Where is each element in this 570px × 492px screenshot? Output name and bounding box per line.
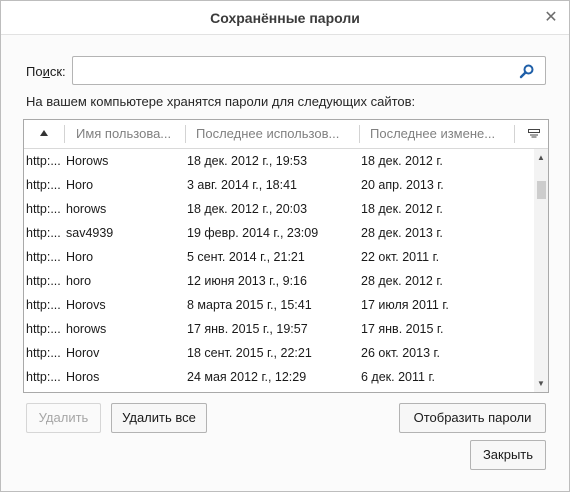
table-row[interactable]: http:... Horovs 8 марта 2015 г., 15:41 1… <box>24 293 534 317</box>
search-label-suffix: ск: <box>49 64 66 79</box>
cell-site: http:... <box>26 178 61 192</box>
cell-last-changed: 6 дек. 2011 г. <box>361 370 435 384</box>
cell-username: Horovs <box>66 298 106 312</box>
cell-site: http:... <box>26 154 61 168</box>
cell-last-changed: 17 июля 2011 г. <box>361 298 449 312</box>
column-header-username[interactable]: Имя пользова... <box>76 120 184 148</box>
column-divider[interactable] <box>514 125 515 143</box>
cell-site: http:... <box>26 250 61 264</box>
cell-username: horows <box>66 322 107 336</box>
column-header-site[interactable] <box>24 120 64 148</box>
search-label-accel: и <box>42 64 50 79</box>
cell-last-used: 3 авг. 2014 г., 18:41 <box>187 178 298 192</box>
cell-site: http:... <box>26 298 61 312</box>
table-row[interactable]: http:... horows 17 янв. 2015 г., 19:57 1… <box>24 317 534 341</box>
column-divider[interactable] <box>359 125 360 143</box>
column-picker-icon[interactable] <box>528 129 540 139</box>
table-row[interactable]: http:... horows 18 дек. 2012 г., 20:03 1… <box>24 197 534 221</box>
cell-last-used: 18 дек. 2012 г., 19:53 <box>187 154 308 168</box>
cell-last-used: 19 февр. 2014 г., 23:09 <box>187 226 319 240</box>
cell-username: horo <box>66 274 92 288</box>
cell-username: horows <box>66 202 107 216</box>
show-passwords-button[interactable]: Отобразить пароли <box>399 403 546 433</box>
cell-username: sav4939 <box>66 226 114 240</box>
cell-site: http:... <box>26 370 61 384</box>
table-row[interactable]: http:... Horows 18 дек. 2012 г., 19:53 1… <box>24 149 534 173</box>
column-divider[interactable] <box>64 125 65 143</box>
cell-last-changed: 18 дек. 2012 г. <box>361 154 443 168</box>
cell-last-changed: 18 дек. 2012 г. <box>361 202 443 216</box>
column-header-last-changed[interactable]: Последнее измене... <box>370 120 510 148</box>
search-field[interactable] <box>72 56 546 85</box>
cell-username: Horows <box>66 154 109 168</box>
scroll-up-icon[interactable]: ▲ <box>534 151 548 165</box>
table-row[interactable]: http:... Horo 5 сент. 2014 г., 21:21 22 … <box>24 245 534 269</box>
passwords-table: Имя пользова... Последнее использов... П… <box>23 119 549 393</box>
delete-button[interactable]: Удалить <box>26 403 101 433</box>
search-icon[interactable] <box>519 63 535 79</box>
cell-site: http:... <box>26 322 61 336</box>
cell-site: http:... <box>26 226 61 240</box>
vertical-scrollbar[interactable]: ▲ ▼ <box>534 149 548 392</box>
scrollbar-thumb[interactable] <box>537 181 546 199</box>
delete-all-button[interactable]: Удалить все <box>111 403 207 433</box>
cell-last-used: 18 сент. 2015 г., 22:21 <box>187 346 312 360</box>
saved-passwords-dialog: Сохранённые пароли ✕ Поиск: На вашем ком… <box>0 0 570 492</box>
cell-last-used: 18 дек. 2012 г., 20:03 <box>187 202 308 216</box>
cell-last-used: 24 мая 2012 г., 12:29 <box>187 370 307 384</box>
cell-last-used: 8 марта 2015 г., 15:41 <box>187 298 312 312</box>
cell-last-changed: 22 окт. 2011 г. <box>361 250 440 264</box>
cell-site: http:... <box>26 346 61 360</box>
table-row[interactable]: http:... sav4939 19 февр. 2014 г., 23:09… <box>24 221 534 245</box>
dialog-title: Сохранённые пароли <box>210 10 360 26</box>
cell-last-changed: 20 апр. 2013 г. <box>361 178 444 192</box>
column-header-last-used[interactable]: Последнее использов... <box>196 120 356 148</box>
sort-ascending-icon <box>40 130 48 136</box>
table-row[interactable]: http:... Horos 24 мая 2012 г., 12:29 6 д… <box>24 365 534 389</box>
table-row[interactable]: http:... Horov 18 сент. 2015 г., 22:21 2… <box>24 341 534 365</box>
cell-last-changed: 17 янв. 2015 г. <box>361 322 444 336</box>
close-button[interactable]: Закрыть <box>470 440 546 470</box>
cell-last-changed: 28 дек. 2013 г. <box>361 226 443 240</box>
table-row[interactable]: http:... Horo 3 авг. 2014 г., 18:41 20 а… <box>24 173 534 197</box>
table-body: http:... Horows 18 дек. 2012 г., 19:53 1… <box>24 149 534 392</box>
info-text: На вашем компьютере хранятся пароли для … <box>26 94 416 109</box>
scroll-down-icon[interactable]: ▼ <box>534 377 548 391</box>
cell-last-used: 17 янв. 2015 г., 19:57 <box>187 322 308 336</box>
table-row[interactable]: http:... horo 12 июня 2013 г., 9:16 28 д… <box>24 269 534 293</box>
column-divider[interactable] <box>185 125 186 143</box>
table-header: Имя пользова... Последнее использов... П… <box>24 120 548 149</box>
search-label-prefix: По <box>26 64 43 79</box>
search-label: Поиск: <box>26 64 66 79</box>
cell-last-changed: 28 дек. 2012 г. <box>361 274 443 288</box>
cell-last-used: 5 сент. 2014 г., 21:21 <box>187 250 305 264</box>
cell-username: Horo <box>66 178 94 192</box>
search-input[interactable] <box>79 61 509 80</box>
cell-username: Horos <box>66 370 100 384</box>
title-bar: Сохранённые пароли ✕ <box>1 1 569 35</box>
cell-username: Horo <box>66 250 94 264</box>
cell-last-changed: 26 окт. 2013 г. <box>361 346 441 360</box>
cell-site: http:... <box>26 274 61 288</box>
cell-last-used: 12 июня 2013 г., 9:16 <box>187 274 307 288</box>
cell-username: Horov <box>66 346 100 360</box>
close-icon[interactable]: ✕ <box>541 8 561 28</box>
cell-site: http:... <box>26 202 61 216</box>
